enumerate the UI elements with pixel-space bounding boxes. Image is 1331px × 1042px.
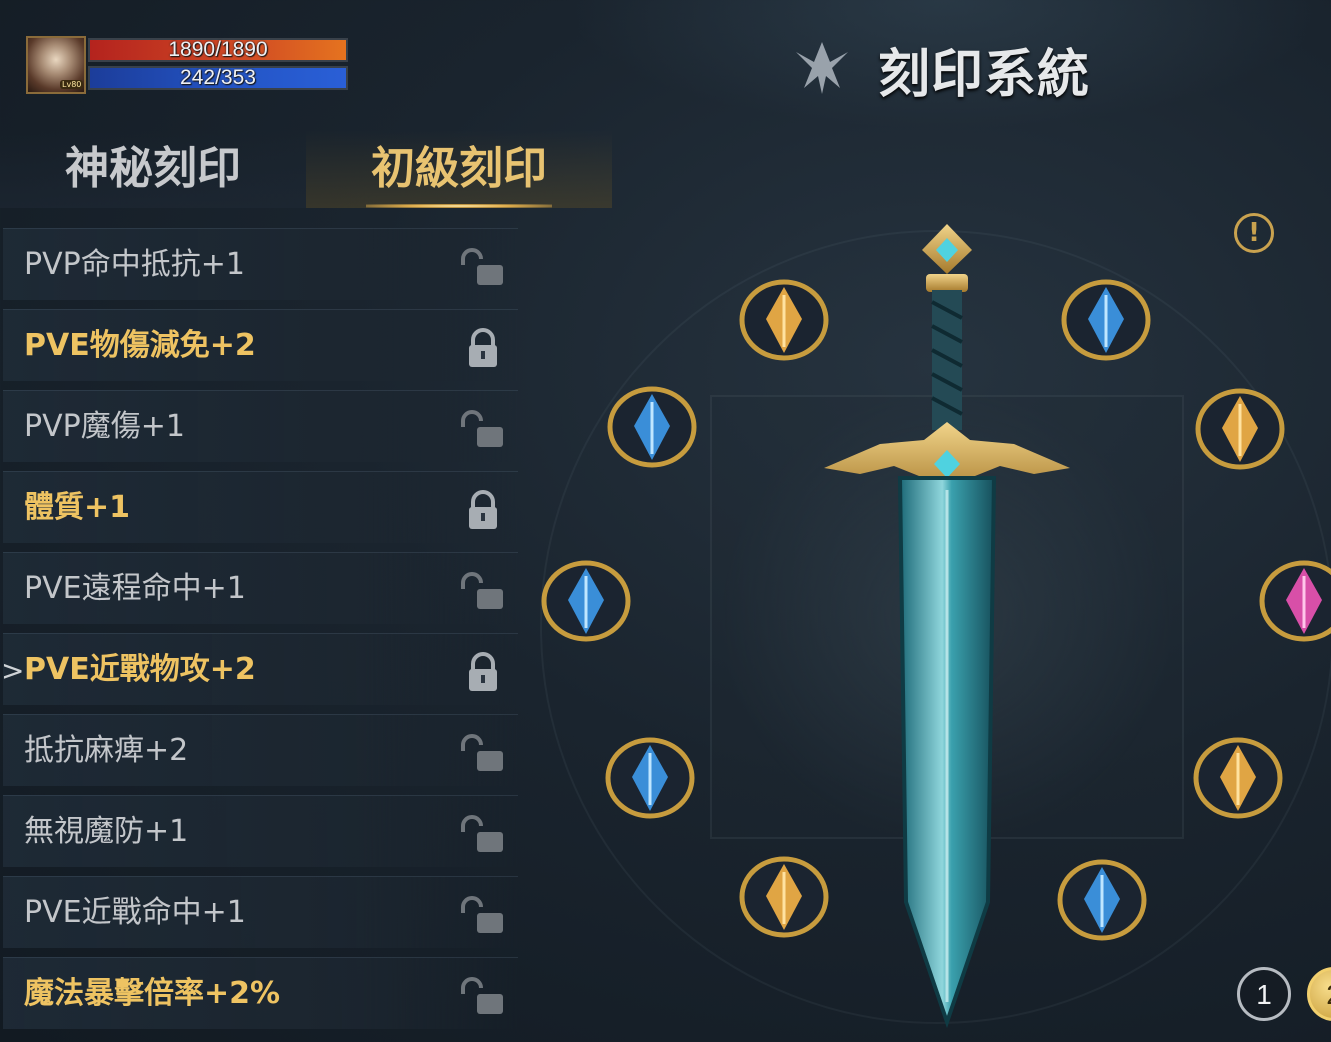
inscription-list: PVP命中抵抗+1 PVE物傷減免+2 PVP魔傷+1 體質+1 PVE遠程命中… [0, 228, 520, 1038]
inscription-emblem-icon [796, 42, 848, 94]
page-2-button[interactable]: 2 [1307, 967, 1331, 1021]
list-item[interactable]: 體質+1 [3, 471, 518, 543]
list-item[interactable]: PVE遠程命中+1 [3, 552, 518, 624]
list-item[interactable]: 魔法暴擊倍率+2% [3, 957, 518, 1029]
unlocked-icon [461, 896, 503, 933]
unlocked-icon [461, 815, 503, 852]
sword-icon [824, 224, 1070, 1029]
player-status: Lv80 1890/1890 242/353 [26, 36, 350, 96]
blue-gem-slot-bottom-right[interactable] [1054, 855, 1150, 941]
unlocked-icon [461, 734, 503, 771]
unlocked-icon [461, 977, 503, 1014]
blue-gem-slot-middle-left[interactable] [538, 556, 634, 642]
gold-gem-slot-top-left[interactable] [736, 275, 832, 361]
player-level: Lv80 [60, 80, 84, 89]
page-title: 刻印系統 [878, 45, 1091, 105]
inscription-label: PVE近戰物攻+2 [24, 652, 256, 687]
lock-icon [469, 652, 497, 691]
selection-arrow-icon: > [1, 654, 25, 687]
tab-label: 初級刻印 [371, 143, 547, 194]
inscription-label: 無視魔防+1 [24, 814, 189, 849]
mp-value: 242/353 [180, 66, 256, 89]
player-avatar[interactable]: Lv80 [26, 36, 86, 94]
tab-label: 神秘刻印 [65, 143, 241, 194]
tab-basic-inscription[interactable]: 初級刻印 [306, 130, 612, 208]
inscription-label: PVE遠程命中+1 [24, 571, 246, 606]
mp-bar: 242/353 [88, 66, 348, 90]
inscription-label: 魔法暴擊倍率+2% [24, 976, 281, 1011]
gold-gem-slot-lower-right[interactable] [1190, 733, 1286, 819]
blue-gem-slot-lower-left[interactable] [602, 733, 698, 819]
inscription-label: PVE近戰命中+1 [24, 895, 246, 930]
inscription-label: PVP魔傷+1 [24, 409, 185, 444]
blue-gem-slot-top-right[interactable] [1058, 275, 1154, 361]
hp-bar: 1890/1890 [88, 38, 348, 62]
inscription-label: PVE物傷減免+2 [24, 328, 256, 363]
pink-gem-slot-middle-right[interactable] [1256, 556, 1331, 642]
page-1-button[interactable]: 1 [1237, 967, 1291, 1021]
list-item[interactable]: PVE物傷減免+2 [3, 309, 518, 381]
unlocked-icon [461, 248, 503, 285]
tab-active-indicator [366, 204, 552, 208]
inscription-label: 抵抗麻痺+2 [24, 733, 189, 768]
unlocked-icon [461, 572, 503, 609]
list-item[interactable]: PVE近戰命中+1 [3, 876, 518, 948]
list-item[interactable]: PVP命中抵抗+1 [3, 228, 518, 300]
lock-icon [469, 490, 497, 529]
list-item-selected[interactable]: > PVE近戰物攻+2 [1, 633, 518, 705]
tab-mystic-inscription[interactable]: 神秘刻印 [0, 130, 306, 208]
list-item[interactable]: 抵抗麻痺+2 [3, 714, 518, 786]
list-item[interactable]: PVP魔傷+1 [3, 390, 518, 462]
inscription-label: PVP命中抵抗+1 [24, 247, 245, 282]
lock-icon [469, 328, 497, 367]
gold-gem-slot-bottom-left[interactable] [736, 852, 832, 938]
inscription-label: 體質+1 [24, 490, 131, 525]
hp-value: 1890/1890 [168, 38, 268, 61]
blue-gem-slot-upper-left[interactable] [604, 382, 700, 468]
list-item[interactable]: 無視魔防+1 [3, 795, 518, 867]
gold-gem-slot-upper-right[interactable] [1192, 384, 1288, 470]
info-icon[interactable]: ! [1234, 213, 1274, 253]
unlocked-icon [461, 410, 503, 447]
